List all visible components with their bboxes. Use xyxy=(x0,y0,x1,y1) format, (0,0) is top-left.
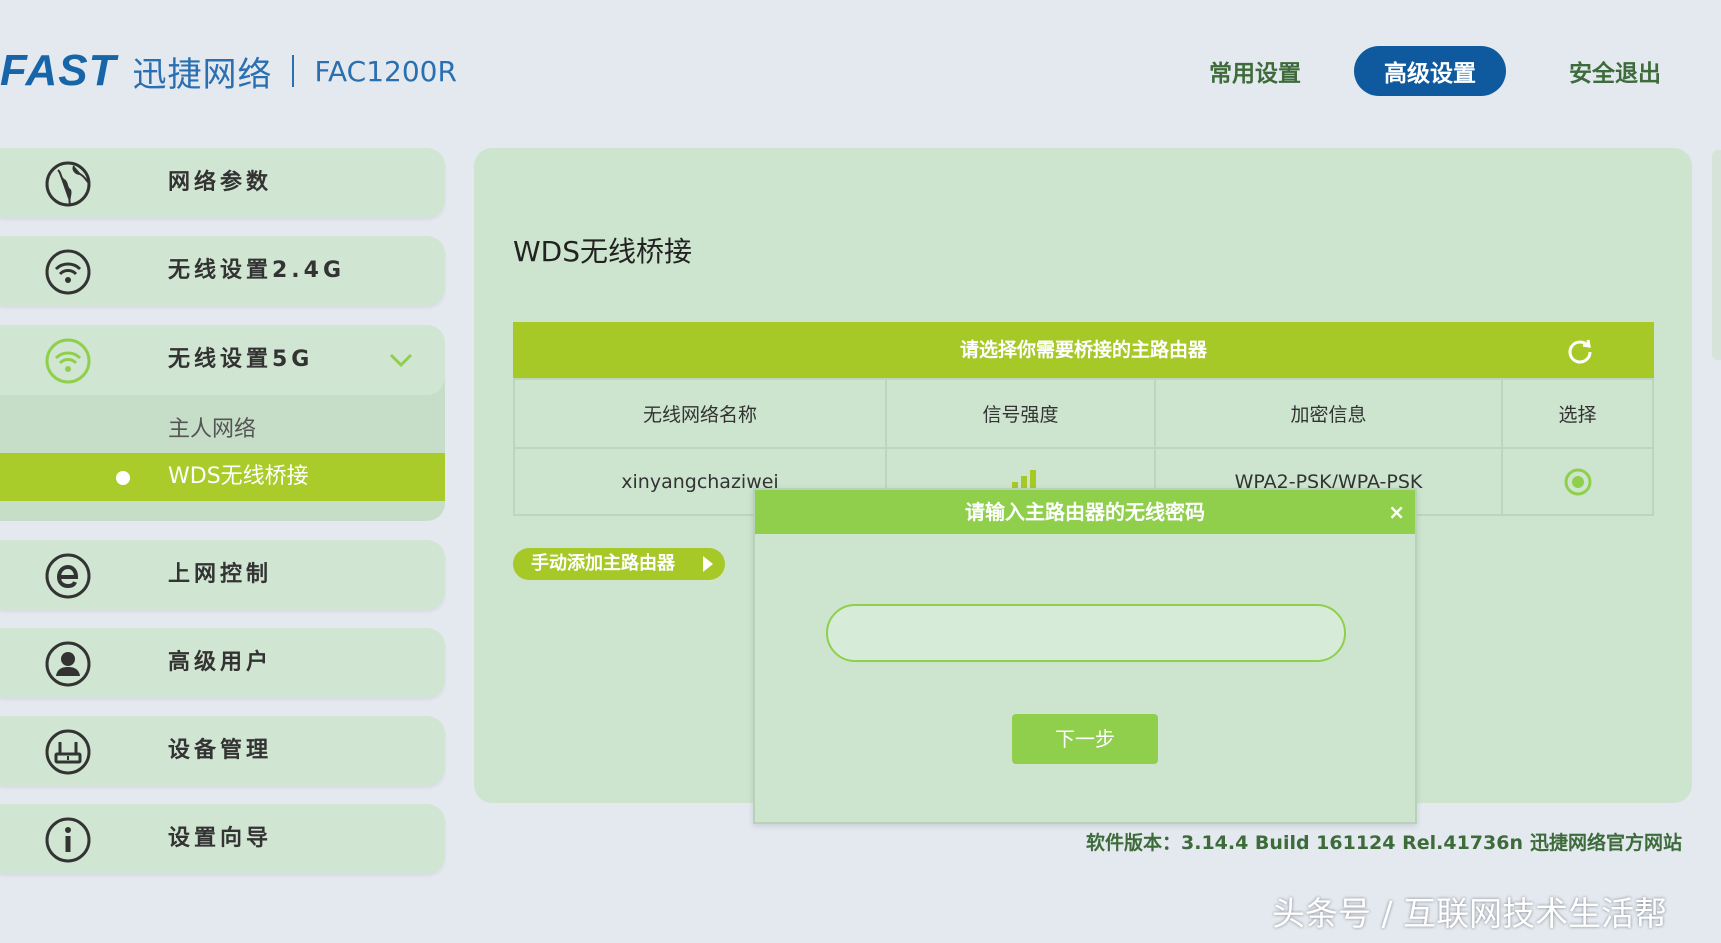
column-header-encryption: 加密信息 xyxy=(1290,404,1367,426)
brand-logo: FAST 迅捷网络 FAC1200R xyxy=(0,46,457,96)
sidebar-item-advanced-user[interactable]: 高级用户 xyxy=(0,628,445,698)
manual-add-router-label: 手动添加主路由器 xyxy=(531,553,675,574)
arrow-right-icon xyxy=(703,556,713,572)
next-step-button[interactable]: 下一步 xyxy=(1012,714,1158,764)
dialog-header: 请输入主路由器的无线密码 × xyxy=(755,490,1415,534)
column-header-select: 选择 xyxy=(1558,404,1597,426)
active-dot-icon xyxy=(116,471,130,485)
submenu-item-wds[interactable]: WDS无线桥接 xyxy=(0,453,445,501)
select-radio[interactable] xyxy=(1563,467,1593,497)
globe-icon xyxy=(45,161,91,207)
router-model: FAC1200R xyxy=(314,54,457,88)
sidebar-item-wireless-24g[interactable]: 无线设置2.4G xyxy=(0,236,445,306)
sidebar-item-label: 设置向导 xyxy=(168,826,273,851)
scroll-edge xyxy=(1712,150,1721,360)
sidebar-item-network[interactable]: 网络参数 xyxy=(0,148,445,218)
password-dialog: 请输入主路由器的无线密码 × 下一步 xyxy=(753,488,1417,824)
table-title-bar: 请选择你需要桥接的主路由器 xyxy=(513,322,1654,378)
sidebar-item-label: 上网控制 xyxy=(168,562,273,587)
table-title: 请选择你需要桥接的主路由器 xyxy=(959,339,1207,361)
wifi-icon xyxy=(45,338,91,384)
brand-name: 迅捷网络 xyxy=(132,54,273,95)
sidebar-item-setup-wizard[interactable]: 设置向导 xyxy=(0,804,445,874)
sidebar-item-wireless-5g[interactable]: 无线设置5G xyxy=(0,325,445,395)
brand-logo-text: FAST xyxy=(0,46,117,95)
firmware-version: 软件版本：3.14.4 Build 161124 Rel.41736n xyxy=(1086,832,1523,854)
sidebar-group-wireless-5g: 无线设置5G 主人网络 WDS无线桥接 xyxy=(0,325,445,521)
nav-logout[interactable]: 安全退出 xyxy=(1540,46,1690,96)
brand-divider xyxy=(292,55,295,87)
ie-icon xyxy=(45,553,91,599)
column-header-signal: 信号强度 xyxy=(982,404,1059,426)
sidebar-item-label: 网络参数 xyxy=(168,170,273,195)
manual-add-router-button[interactable]: 手动添加主路由器 xyxy=(513,548,725,580)
password-input[interactable] xyxy=(826,604,1346,662)
submenu-item-host-network[interactable]: 主人网络 xyxy=(168,411,256,443)
official-website-link[interactable]: 迅捷网络官方网站 xyxy=(1530,828,1682,855)
cell-select xyxy=(1503,449,1652,514)
sidebar-item-label: 无线设置2.4G xyxy=(168,258,346,283)
sidebar-item-device-management[interactable]: 设备管理 xyxy=(0,716,445,786)
chevron-down-icon[interactable] xyxy=(388,351,414,369)
watermark-text: 头条号 / 互联网技术生活帮 xyxy=(1272,894,1668,933)
router-icon xyxy=(45,729,91,775)
sidebar-item-label: 设备管理 xyxy=(168,738,273,763)
submenu-item-label: WDS无线桥接 xyxy=(168,464,309,489)
sidebar-item-label: 无线设置5G xyxy=(168,347,314,372)
refresh-icon[interactable] xyxy=(1566,336,1594,364)
sidebar-item-access-control[interactable]: 上网控制 xyxy=(0,540,445,610)
sidebar-item-label: 高级用户 xyxy=(168,650,273,675)
page-title: WDS无线桥接 xyxy=(513,235,693,268)
column-header-ssid: 无线网络名称 xyxy=(642,404,757,426)
dialog-title: 请输入主路由器的无线密码 xyxy=(965,500,1205,524)
nav-advanced-settings[interactable]: 高级设置 xyxy=(1354,46,1506,96)
wifi-icon xyxy=(45,249,91,295)
info-icon xyxy=(45,817,91,863)
close-icon[interactable]: × xyxy=(1388,490,1405,534)
user-icon xyxy=(45,641,91,687)
nav-common-settings[interactable]: 常用设置 xyxy=(1180,46,1330,96)
